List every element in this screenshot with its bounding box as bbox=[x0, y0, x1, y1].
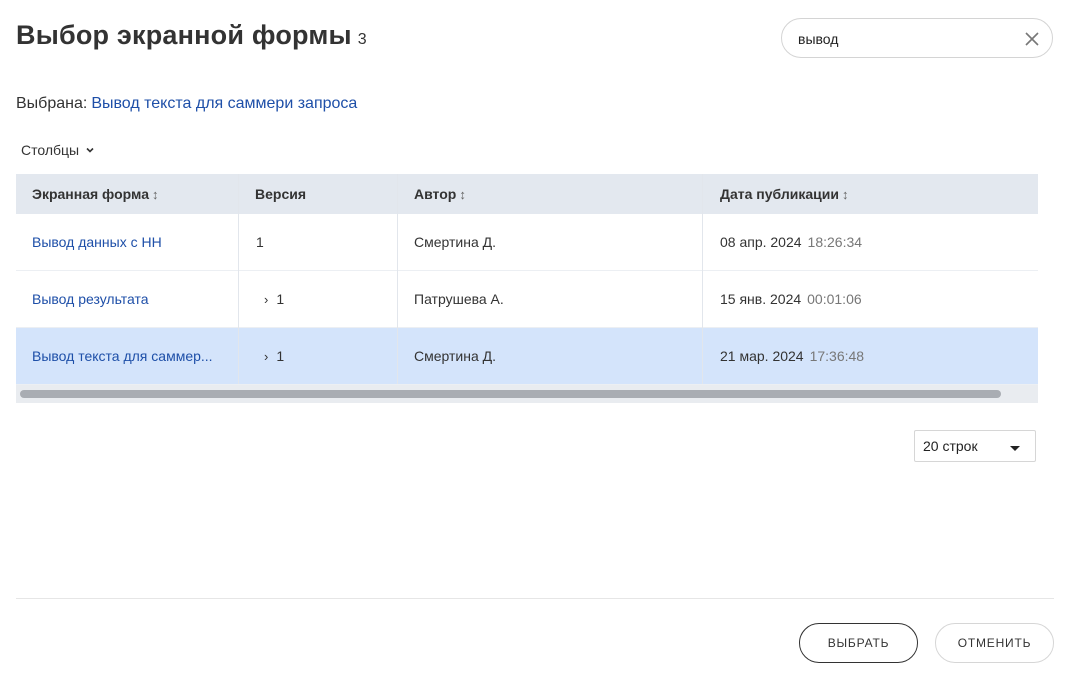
column-divider bbox=[702, 174, 703, 384]
form-name[interactable]: Вывод текста для саммер... bbox=[32, 328, 232, 385]
table-row-selected[interactable]: Вывод текста для саммер... › 1 Смертина Д… bbox=[16, 328, 1038, 385]
publish-date: 15 янв. 2024 00:01:06 bbox=[720, 291, 862, 307]
form-name[interactable]: Вывод данных с НН bbox=[32, 214, 232, 271]
dialog-title-text: Выбор экранной формы bbox=[16, 20, 352, 50]
version: › 1 bbox=[264, 328, 284, 385]
header-date[interactable]: Дата публикации ↕ bbox=[720, 174, 848, 214]
forms-table: Экранная форма ↕ Версия Автор ↕ Дата публи… bbox=[16, 174, 1038, 403]
publish-time: 18:26:34 bbox=[807, 234, 863, 250]
chevron-down-icon bbox=[85, 142, 95, 158]
close-icon[interactable] bbox=[1022, 29, 1042, 49]
columns-button-label: Столбцы bbox=[21, 142, 80, 158]
result-count: 3 bbox=[357, 31, 367, 48]
column-divider bbox=[238, 174, 239, 384]
author: Патрушева А. bbox=[414, 291, 504, 307]
columns-button[interactable]: Столбцы bbox=[21, 142, 95, 158]
footer-divider bbox=[16, 598, 1054, 599]
selected-label: Выбрана: bbox=[16, 95, 88, 112]
column-divider bbox=[397, 174, 398, 384]
cancel-button[interactable]: ОТМЕНИТЬ bbox=[935, 623, 1054, 663]
version: 1 bbox=[256, 234, 264, 250]
selected-form-info: Выбрана: Вывод текста для саммери запроса bbox=[16, 95, 357, 113]
scrollbar-thumb[interactable] bbox=[20, 390, 1001, 398]
table-header: Экранная форма ↕ Версия Автор ↕ Дата публи… bbox=[16, 174, 1038, 214]
author: Смертина Д. bbox=[414, 348, 497, 364]
chevron-right-icon[interactable]: › bbox=[264, 271, 268, 328]
header-form[interactable]: Экранная форма ↕ bbox=[32, 174, 159, 214]
publish-time: 17:36:48 bbox=[809, 348, 865, 364]
sort-icon[interactable]: ↕ bbox=[152, 187, 159, 202]
rows-per-page-select[interactable]: 20 строк bbox=[914, 430, 1036, 462]
search-field[interactable] bbox=[781, 18, 1053, 58]
search-input[interactable] bbox=[798, 29, 1008, 49]
publish-date: 21 мар. 2024 17:36:48 bbox=[720, 348, 865, 364]
sort-icon[interactable]: ↕ bbox=[842, 187, 849, 202]
caret-down-icon bbox=[1010, 446, 1020, 451]
table-row[interactable]: Вывод данных с НН 1 Смертина Д. 08 апр. … bbox=[16, 214, 1038, 271]
header-author[interactable]: Автор ↕ bbox=[414, 174, 466, 214]
form-name[interactable]: Вывод результата bbox=[32, 271, 232, 328]
horizontal-scrollbar[interactable] bbox=[16, 385, 1038, 403]
version: › 1 bbox=[264, 271, 284, 328]
rows-per-page-value: 20 строк bbox=[923, 438, 978, 454]
publish-time: 00:01:06 bbox=[807, 291, 862, 307]
sort-icon[interactable]: ↕ bbox=[459, 187, 466, 202]
table-row[interactable]: Вывод результата › 1 Патрушева А. 15 янв.… bbox=[16, 271, 1038, 328]
author: Смертина Д. bbox=[414, 234, 497, 250]
selected-form-link[interactable]: Вывод текста для саммери запроса bbox=[91, 95, 357, 112]
select-screen-form-dialog: Выбор экранной формы3 Выбрана:Вывод текс… bbox=[0, 0, 1074, 684]
select-button[interactable]: ВЫБРАТЬ bbox=[799, 623, 918, 663]
dialog-title: Выбор экранной формы 3 bbox=[16, 20, 367, 51]
header-version: Версия bbox=[255, 186, 307, 202]
chevron-right-icon[interactable]: › bbox=[264, 328, 268, 385]
publish-date: 08 апр. 2024 18:26:34 bbox=[720, 234, 863, 250]
